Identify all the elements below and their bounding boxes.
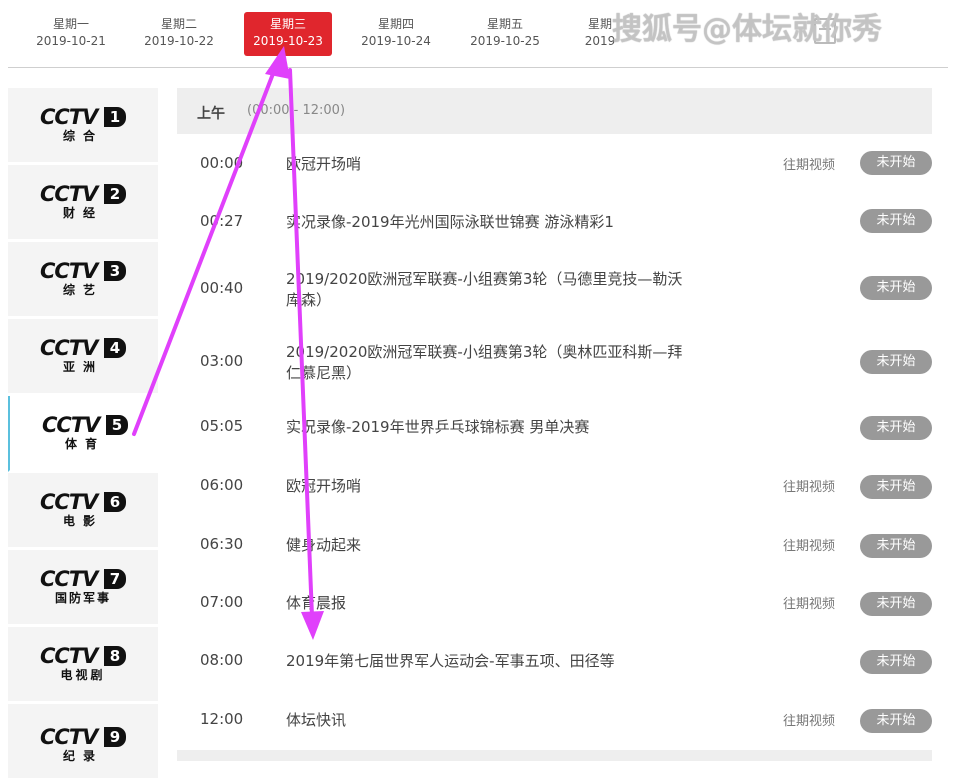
annotation-arrows	[132, 46, 324, 640]
arrow-to-date-icon	[132, 46, 290, 436]
arrow-to-program-icon	[288, 68, 324, 640]
